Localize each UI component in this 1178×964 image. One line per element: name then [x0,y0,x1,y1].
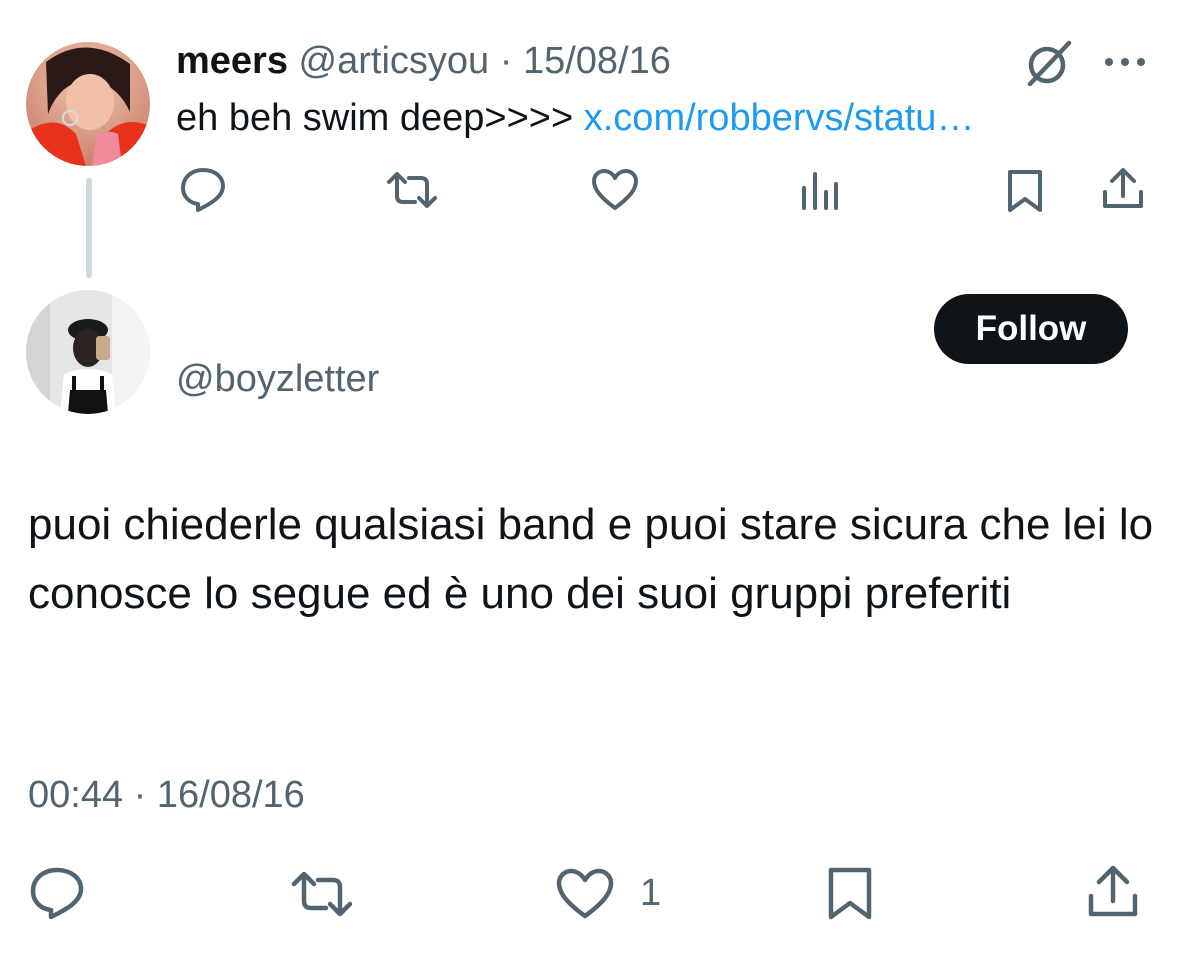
parent-separator: · [499,40,513,82]
retweet-icon[interactable] [385,170,439,210]
views-icon[interactable] [800,170,840,210]
reply-icon[interactable] [178,166,228,212]
reply-action-retweet-icon[interactable] [290,870,354,918]
reply-tweet-text: puoi chiederle qualsiasi band e puoi sta… [28,500,1154,618]
grok-icon[interactable] [1024,40,1074,86]
reply-action-bookmark-icon[interactable] [826,866,874,922]
parent-tweet-link[interactable]: x.com/robbervs/statu… [584,97,975,139]
parent-tweet-text: eh beh swim deep>>>> x.com/robbervs/stat… [176,95,974,141]
follow-button[interactable]: Follow [934,294,1128,364]
reply-author-handle[interactable]: @boyzletter [176,356,379,402]
parent-author-avatar[interactable] [26,42,150,166]
share-icon[interactable] [1100,166,1146,212]
bookmark-icon[interactable] [1005,168,1045,214]
parent-author-handle[interactable]: @articsyou [299,40,490,82]
thread-connector-line [86,178,92,278]
reply-like-count: 1 [640,872,662,914]
reply-tweet-time: 00:44 [28,774,124,816]
reply-action-reply-icon[interactable] [28,866,86,920]
like-icon[interactable] [590,168,640,212]
more-icon[interactable] [1102,52,1148,72]
parent-tweet-header: meers @articsyou · 15/08/16 [176,38,671,84]
parent-tweet-date[interactable]: 15/08/16 [523,40,671,82]
reply-tweet-date: 16/08/16 [156,774,305,816]
reply-separator: · [133,774,147,816]
reply-author-avatar[interactable] [26,290,150,414]
parent-tweet-body: eh beh swim deep>>>> [176,97,574,139]
reply-tweet-timestamp[interactable]: 00:44 · 16/08/16 [28,770,305,820]
reply-action-share-icon[interactable] [1086,864,1140,920]
parent-author-name[interactable]: meers [176,40,288,82]
reply-action-like-icon[interactable] [555,868,615,920]
